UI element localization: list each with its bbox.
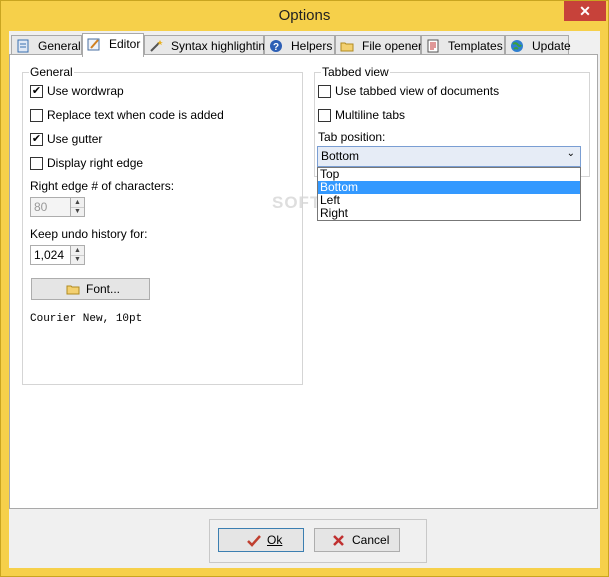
font-button[interactable]: Font... xyxy=(31,278,150,300)
tab-position-value: Bottom xyxy=(321,149,360,163)
folder-icon xyxy=(340,42,354,52)
ok-button[interactable]: Ok xyxy=(218,528,304,552)
tab-position-select[interactable]: Bottom ⌄ xyxy=(317,146,581,167)
tab-helpers[interactable]: ? Helpers xyxy=(264,35,335,55)
right-edge-spinner[interactable]: 80 ▲ ▼ xyxy=(30,197,85,217)
display-right-edge-label: Display right edge xyxy=(47,156,144,170)
cancel-label: Cancel xyxy=(352,533,390,547)
font-button-label: Font... xyxy=(86,282,121,296)
use-gutter-label: Use gutter xyxy=(47,132,103,146)
ok-label: Ok xyxy=(267,533,283,547)
tab-position-label: Tab position: xyxy=(318,130,386,144)
right-edge-label: Right edge # of characters: xyxy=(30,179,175,193)
multiline-tabs-box[interactable] xyxy=(318,109,331,122)
right-edge-arrows: ▲ ▼ xyxy=(70,198,84,216)
title-bar: Options ✕ xyxy=(1,1,608,31)
editor-tab-panel: SOFTPEDIA General ✔ Use wordwrap Replace… xyxy=(9,54,598,509)
globe-icon xyxy=(511,40,523,52)
tab-editor-label: Editor xyxy=(109,37,141,51)
tab-syntax-label: Syntax highlighting xyxy=(171,39,272,53)
tab-templates-label: Templates xyxy=(448,39,503,53)
svg-text:?: ? xyxy=(273,42,279,53)
option-bottom[interactable]: Bottom xyxy=(318,181,580,194)
replace-text-label: Replace text when code is added xyxy=(47,108,224,122)
close-button[interactable]: ✕ xyxy=(564,1,606,21)
option-left[interactable]: Left xyxy=(318,194,580,207)
use-tabbed-view-label: Use tabbed view of documents xyxy=(335,84,500,98)
use-tabbed-view-box[interactable] xyxy=(318,85,331,98)
undo-history-arrows: ▲ ▼ xyxy=(70,246,84,264)
font-folder-icon xyxy=(66,285,80,295)
wand-icon xyxy=(150,40,163,52)
undo-history-value: 1,024 xyxy=(34,248,65,262)
tab-templates[interactable]: Templates xyxy=(421,35,505,55)
options-window: Options ✕ General Editor Syntax highligh… xyxy=(0,0,609,577)
cross-icon xyxy=(333,535,344,546)
tabbed-view-title: Tabbed view xyxy=(321,65,390,79)
window-title: Options xyxy=(278,7,331,24)
cancel-button[interactable]: Cancel xyxy=(314,528,400,552)
use-wordwrap-box[interactable]: ✔ xyxy=(30,85,43,98)
spinner-down-icon[interactable]: ▼ xyxy=(71,207,84,216)
tab-update-label: Update xyxy=(532,39,571,53)
tab-position-dropdown: Top Bottom Left Right xyxy=(317,167,581,221)
dialog-client: General Editor Syntax highlighting ? Hel… xyxy=(9,31,600,568)
undo-history-label: Keep undo history for: xyxy=(30,227,148,241)
tab-update[interactable]: Update xyxy=(505,35,571,55)
undo-history-spinner[interactable]: 1,024 ▲ ▼ xyxy=(30,245,85,265)
tab-general[interactable]: General xyxy=(11,35,82,55)
general-icon xyxy=(17,39,29,53)
spinner-down-icon[interactable]: ▼ xyxy=(71,255,84,264)
help-icon: ? xyxy=(270,40,282,53)
font-description: Courier New, 10pt xyxy=(30,313,143,325)
multiline-tabs-label: Multiline tabs xyxy=(335,108,406,122)
checkmark-icon xyxy=(247,535,261,547)
option-right[interactable]: Right xyxy=(318,207,580,220)
general-group: General ✔ Use wordwrap Replace text when… xyxy=(22,65,303,385)
replace-text-box[interactable] xyxy=(30,109,43,122)
document-icon xyxy=(427,39,439,53)
tab-syntax-highlighting[interactable]: Syntax highlighting xyxy=(144,35,272,55)
tab-file-opener-label: File opener xyxy=(362,39,423,53)
chevron-down-icon[interactable]: ⌄ xyxy=(567,148,575,159)
tab-general-label: General xyxy=(38,39,81,53)
use-gutter-box[interactable]: ✔ xyxy=(30,133,43,146)
editor-icon xyxy=(87,38,100,51)
right-edge-value: 80 xyxy=(34,200,48,214)
dialog-button-area: Ok Cancel xyxy=(209,519,427,563)
tab-editor[interactable]: Editor xyxy=(82,33,144,57)
tab-file-opener[interactable]: File opener xyxy=(335,35,423,55)
use-wordwrap-label: Use wordwrap xyxy=(47,84,124,98)
general-group-title: General xyxy=(29,65,74,79)
display-right-edge-box[interactable] xyxy=(30,157,43,170)
tab-strip: General Editor Syntax highlighting ? Hel… xyxy=(9,33,600,57)
tab-helpers-label: Helpers xyxy=(291,39,333,53)
